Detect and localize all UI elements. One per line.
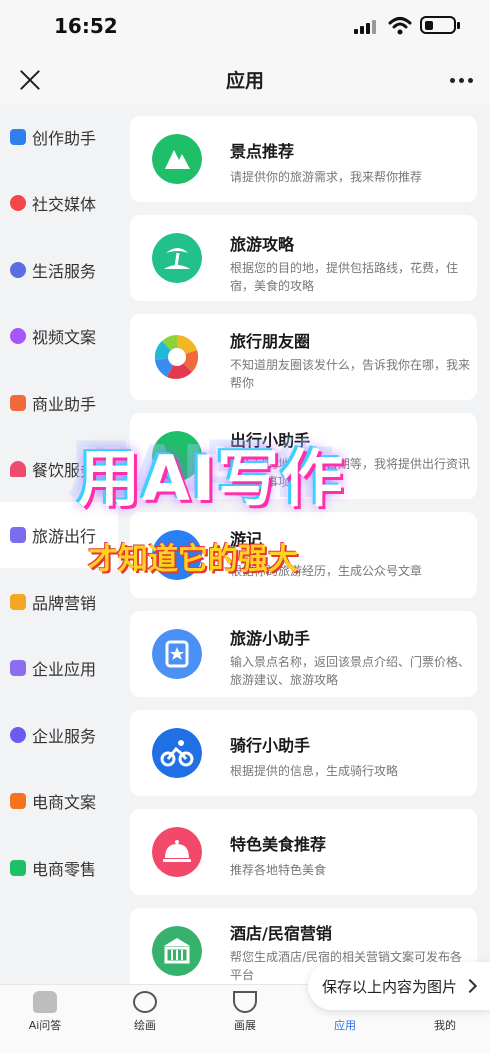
mountain-icon [152,134,202,184]
app-card-local-food[interactable]: 特色美食推荐 推荐各地特色美食 [130,809,477,895]
sidebar-item-label: 生活服务 [32,262,97,281]
mountain-icon [10,527,26,543]
card-desc: 根据您的目的地，提供包括路线，花费，住宿，美食的攻略 [230,261,459,293]
play-icon [10,328,26,344]
cart-icon [10,793,26,809]
promo-subline: 才知道它的强大 [88,542,298,577]
sidebar-item-enterprise-app[interactable]: 企业应用 [0,635,118,701]
tab-label: 绘画 [134,1019,156,1032]
app-card-scenic[interactable]: 景点推荐 请提供你的旅游需求，我来帮你推荐 [130,116,477,202]
card-title: 旅游攻略 [230,235,295,254]
building-icon [10,660,26,676]
tab-label: 画展 [234,1019,256,1032]
brush-icon [10,262,26,278]
status-bar: 16:52 [0,0,490,56]
help-icon [10,727,26,743]
save-as-image-button[interactable]: 保存以上内容为图片 [308,962,490,1010]
palm-island-icon [152,233,202,283]
nav-header: 应用 [0,56,490,104]
card-desc: 输入景点名称，返回该景点介绍、门票价格、旅游建议、旅游攻略 [230,655,471,687]
card-title: 旅行朋友圈 [230,332,311,351]
palette-icon [133,991,157,1013]
card-desc: 推荐各地特色美食 [230,863,327,877]
trophy-icon [233,991,257,1013]
tab-label: Ai问答 [28,1019,62,1032]
home-icon [33,991,57,1013]
chat-icon [10,395,26,411]
sidebar-item-label: 社交媒体 [32,195,97,214]
wifi-icon [388,17,412,35]
tab-drawing[interactable]: 绘画 [110,991,180,1033]
page-title: 应用 [225,70,264,92]
sidebar-item-video[interactable]: 视频文案 [0,303,118,369]
chevron-right-icon [462,978,478,994]
sidebar-item-life[interactable]: 生活服务 [0,237,118,303]
app-card-moments[interactable]: 旅行朋友圈 不知道朋友圈该发什么，告诉我你在哪，我来帮你 [130,314,477,400]
megaphone-icon [10,594,26,610]
card-desc: 根据提供的信息，生成骑行攻略 [230,764,399,778]
star-icon [10,195,26,211]
more-icon[interactable] [448,68,476,92]
cloche-icon [10,461,26,477]
sidebar-item-label: 企业应用 [32,660,97,679]
sidebar-item-label: 视频文案 [32,328,97,347]
card-desc: 请提供你的旅游需求，我来帮你推荐 [230,170,423,184]
tab-label: 我的 [434,1019,456,1032]
save-button-label: 保存以上内容为图片 [322,977,458,996]
aperture-icon [154,335,199,379]
app-card-travel-guide[interactable]: 旅游攻略 根据您的目的地，提供包括路线，花费，住宿，美食的攻略 [130,215,477,301]
promo-headline: 用AI写作 [78,442,346,515]
card-desc: 不知道朋友圈该发什么，告诉我你在哪，我来帮你 [230,358,471,390]
building-icon [152,926,202,976]
sidebar-item-ecommerce-retail[interactable]: 电商零售 [0,835,118,901]
card-title: 旅游小助手 [230,629,311,648]
star-book-icon [152,629,202,679]
sidebar-item-brand[interactable]: 品牌营销 [0,569,118,635]
app-card-cycling[interactable]: 骑行小助手 根据提供的信息，生成骑行攻略 [130,710,477,796]
cellular-signal-icon [354,20,380,34]
app-card-tour-assistant[interactable]: 旅游小助手 输入景点名称，返回该景点介绍、门票价格、旅游建议、旅游攻略 [130,611,477,697]
sidebar-item-label: 企业服务 [32,727,97,746]
bike-icon [152,728,202,778]
sidebar-item-label: 品牌营销 [32,594,97,613]
tab-label: 应用 [334,1019,356,1032]
sidebar-item-label: 电商文案 [32,793,97,812]
sidebar-item-social[interactable]: 社交媒体 [0,170,118,236]
card-title: 酒店/民宿营销 [230,924,332,943]
tab-exhibition[interactable]: 画展 [210,991,280,1033]
pencil-icon [10,129,26,145]
status-time: 16:52 [54,14,118,38]
card-title: 特色美食推荐 [230,835,327,854]
bag-icon [10,860,26,876]
sidebar-item-label: 创作助手 [32,129,97,148]
sidebar-item-enterprise-service[interactable]: 企业服务 [0,702,118,768]
sidebar-item-label: 商业助手 [32,395,97,414]
sidebar-item-label: 旅游出行 [32,527,97,546]
battery-icon [420,16,460,34]
sidebar-item-ecommerce-copy[interactable]: 电商文案 [0,768,118,834]
tab-ai-qa[interactable]: Ai问答 [10,991,80,1033]
sidebar-item-writing[interactable]: 创作助手 [0,104,118,170]
sidebar-item-label: 电商零售 [32,860,97,879]
card-title: 骑行小助手 [230,736,311,755]
card-title: 景点推荐 [230,142,295,161]
cloche-icon [152,827,202,877]
